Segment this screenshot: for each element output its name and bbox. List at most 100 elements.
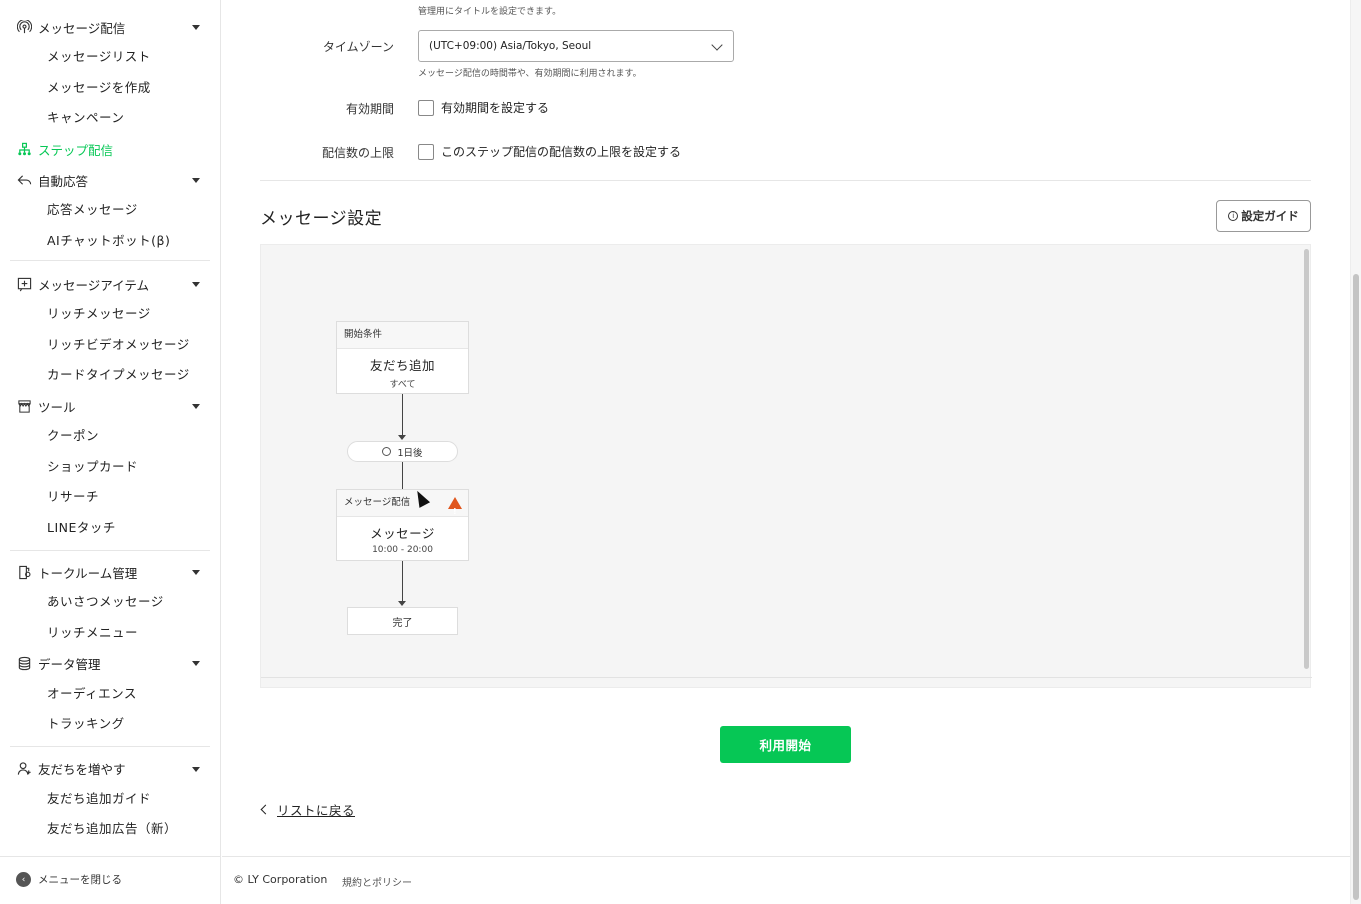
limit-checkbox-row[interactable]: このステップ配信の配信数の上限を設定する [418, 143, 681, 160]
chevron-left-icon: ‹ [16, 872, 31, 887]
nav-auto-reply[interactable]: 自動応答 [16, 170, 88, 190]
copyright: © LY Corporation [233, 873, 328, 886]
sidebar-item-create-message[interactable]: メッセージを作成 [47, 78, 151, 98]
node-title: メッセージ [370, 526, 435, 541]
validity-checkbox-label: 有効期間を設定する [441, 101, 550, 115]
settings-guide-button[interactable]: i 設定ガイド [1216, 200, 1311, 232]
timezone-helper-text: メッセージ配信の時間帯や、有効期間に利用されます。 [418, 69, 642, 79]
sidebar-item-ai-chatbot[interactable]: AIチャットボット(β) [47, 231, 170, 251]
nav-step-delivery[interactable]: ステップ配信 [16, 139, 113, 159]
chevron-down-icon[interactable] [192, 25, 200, 30]
back-link-label: リストに戻る [277, 803, 356, 818]
sidebar-item-coupon[interactable]: クーポン [47, 426, 99, 446]
message-delivery-node[interactable]: メッセージ配信 ! メッセージ 10:00 - 20:00 [336, 489, 469, 561]
limit-checkbox-label: このステップ配信の配信数の上限を設定する [441, 145, 682, 159]
node-header: メッセージ配信 ! [337, 490, 468, 517]
store-icon [16, 398, 32, 414]
section-divider [260, 180, 1311, 181]
nav-label: メッセージ配信 [38, 20, 126, 36]
nav-talkroom[interactable]: トークルーム管理 [16, 562, 137, 582]
nav-label: トークルーム管理 [38, 565, 138, 581]
end-node[interactable]: 完了 [347, 607, 458, 635]
nav-label: 自動応答 [38, 173, 89, 189]
nav-message-delivery[interactable]: メッセージ配信 [16, 17, 125, 37]
guide-button-label: 設定ガイド [1241, 209, 1299, 223]
timezone-value: (UTC+09:00) Asia/Tokyo, Seoul [429, 40, 592, 52]
nav-data-management[interactable]: データ管理 [16, 653, 101, 673]
connector-line [402, 394, 403, 436]
sidebar-item-research[interactable]: リサーチ [47, 487, 99, 507]
nav-label: データ管理 [38, 656, 101, 672]
connector-line [402, 561, 403, 602]
nav-add-friends[interactable]: 友だちを増やす [16, 758, 126, 778]
nav-tools[interactable]: ツール [16, 396, 76, 416]
validity-checkbox[interactable] [418, 99, 434, 116]
validity-label: 有効期間 [345, 102, 394, 116]
chevron-down-icon[interactable] [192, 570, 200, 575]
delay-label: 1日後 [397, 447, 423, 459]
title-helper-text: 管理用にタイトルを設定できます。 [418, 7, 562, 17]
clock-icon [382, 447, 392, 456]
talkroom-icon [16, 564, 32, 580]
sidebar-divider [0, 856, 221, 857]
sidebar-item-line-touch[interactable]: LINEタッチ [47, 518, 116, 538]
sidebar-item-rich-menu[interactable]: リッチメニュー [47, 623, 138, 643]
add-friend-icon [16, 760, 32, 776]
sidebar-item-shop-card[interactable]: ショップカード [47, 457, 138, 477]
close-menu-label: メニューを閉じる [38, 874, 122, 886]
section-title: メッセージ設定 [260, 209, 383, 229]
flow-canvas[interactable]: 開始条件 友だち追加 すべて 1日後 メッセージ配信 ! メッセージ 10:00… [260, 244, 1312, 688]
sidebar-item-rich-video-message[interactable]: リッチビデオメッセージ [47, 335, 190, 355]
chevron-left-icon [260, 804, 271, 815]
policy-link[interactable]: 規約とポリシー [342, 874, 412, 889]
limit-checkbox[interactable] [418, 143, 434, 160]
validity-checkbox-row[interactable]: 有効期間を設定する [418, 99, 549, 116]
nav-message-items[interactable]: メッセージアイテム [16, 274, 149, 294]
delay-pill[interactable]: 1日後 [347, 441, 458, 462]
page-scrollbar-thumb[interactable] [1353, 274, 1359, 900]
limit-label: 配信数の上限 [321, 146, 394, 160]
main-content: 管理用にタイトルを設定できます。 タイムゾーン (UTC+09:00) Asia… [222, 0, 1350, 904]
chevron-down-icon [711, 39, 723, 51]
chevron-down-icon[interactable] [192, 404, 200, 409]
sidebar-item-friend-ads[interactable]: 友だち追加広告（新） [47, 819, 177, 839]
start-use-button[interactable]: 利用開始 [720, 726, 851, 763]
sidebar-item-message-list[interactable]: メッセージリスト [47, 47, 151, 67]
sidebar-divider [10, 550, 210, 551]
sidebar-item-card-message[interactable]: カードタイプメッセージ [47, 365, 190, 385]
connector-line [402, 462, 403, 489]
add-box-icon [16, 276, 32, 292]
reply-icon [16, 172, 32, 188]
sidebar-item-audience[interactable]: オーディエンス [47, 684, 137, 704]
arrow-down-icon [398, 435, 406, 440]
chevron-down-icon[interactable] [192, 282, 200, 287]
sidebar-item-campaign[interactable]: キャンペーン [47, 108, 124, 128]
flow-icon [16, 141, 32, 157]
sidebar-divider [10, 746, 210, 747]
chevron-down-icon[interactable] [192, 661, 200, 666]
start-condition-node[interactable]: 開始条件 友だち追加 すべて [336, 321, 469, 394]
database-icon [16, 655, 32, 671]
sidebar-item-rich-message[interactable]: リッチメッセージ [47, 304, 151, 324]
sidebar-item-friend-guide[interactable]: 友だち追加ガイド [47, 789, 151, 809]
broadcast-icon [16, 19, 32, 35]
node-subtitle: すべて [389, 380, 416, 390]
nav-label: ステップ配信 [38, 142, 114, 158]
sidebar-item-tracking[interactable]: トラッキング [47, 714, 125, 734]
timezone-select[interactable]: (UTC+09:00) Asia/Tokyo, Seoul [418, 30, 734, 62]
nav-label: 友だちを増やす [38, 761, 126, 777]
page-scrollbar[interactable] [1350, 0, 1361, 904]
warning-icon: ! [448, 497, 462, 516]
info-icon: i [1228, 211, 1239, 221]
node-title: 友だち追加 [369, 358, 435, 373]
back-to-list-link[interactable]: リストに戻る [260, 800, 355, 819]
node-header: 開始条件 [337, 322, 468, 349]
close-menu-button[interactable]: ‹ メニューを閉じる [16, 872, 122, 887]
node-header-label: メッセージ配信 [344, 497, 411, 508]
sidebar-item-greeting-message[interactable]: あいさつメッセージ [47, 592, 164, 612]
sidebar: メッセージ配信 メッセージリスト メッセージを作成 キャンペーン ステップ配信 … [0, 0, 221, 904]
canvas-scrollbar[interactable] [1304, 249, 1309, 669]
chevron-down-icon[interactable] [192, 178, 200, 183]
chevron-down-icon[interactable] [192, 767, 200, 772]
sidebar-item-reply-message[interactable]: 応答メッセージ [47, 200, 138, 220]
